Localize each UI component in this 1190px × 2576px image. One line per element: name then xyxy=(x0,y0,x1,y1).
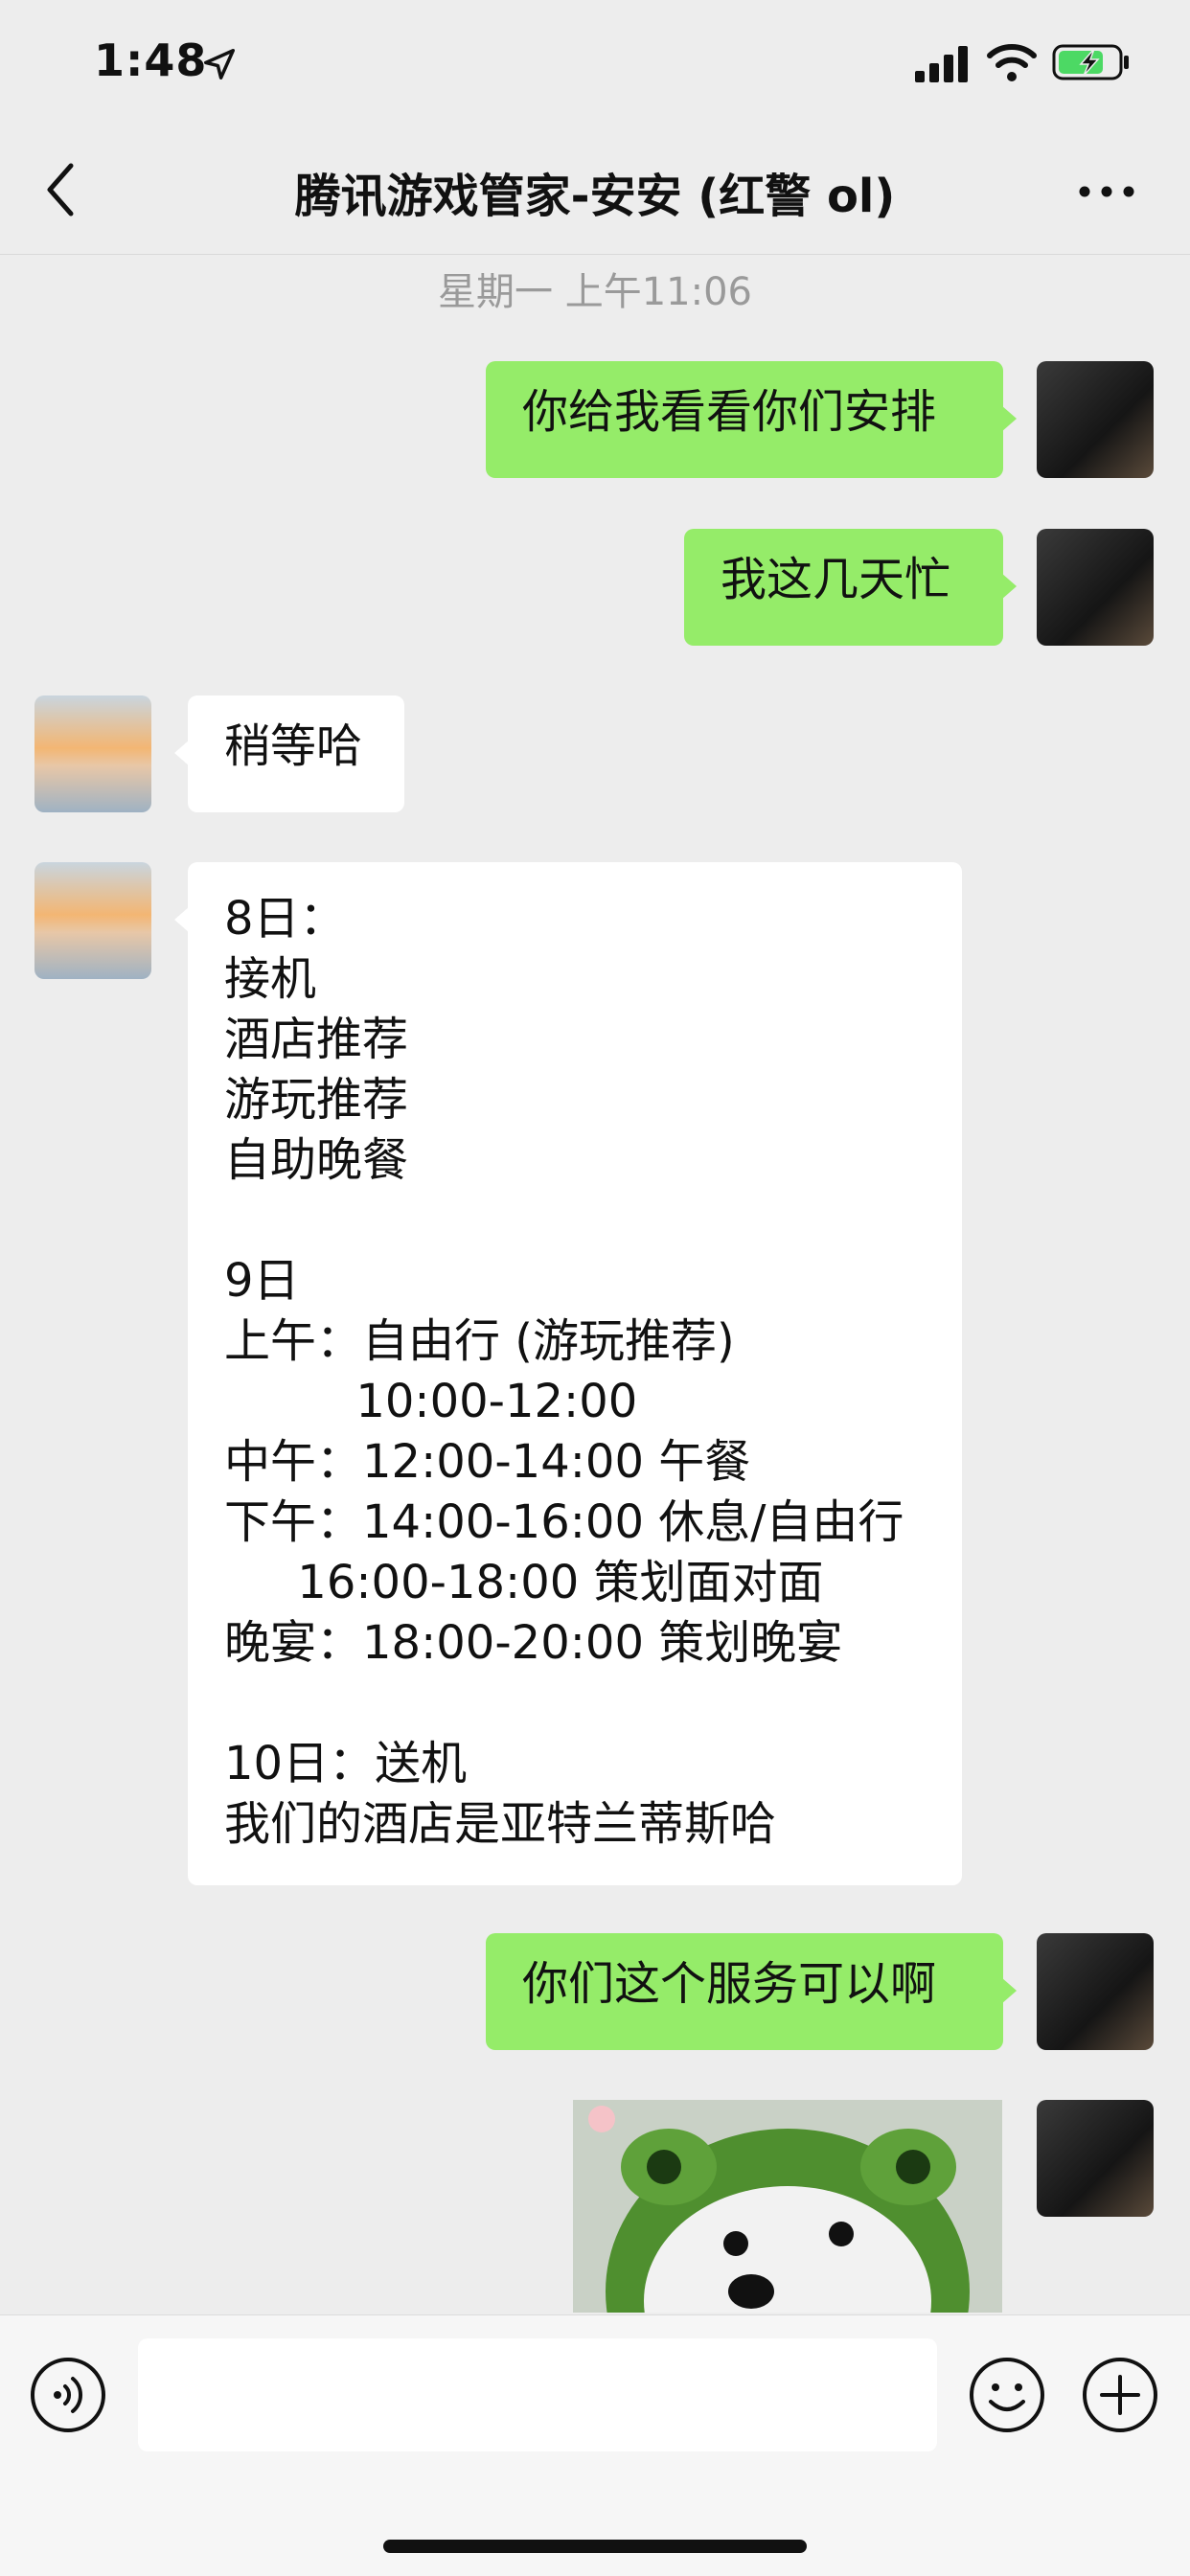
my-avatar[interactable] xyxy=(1037,2100,1154,2217)
chat-header: 腾讯游戏管家-安安 (红警 ol) xyxy=(0,129,1190,255)
message-row-incoming: 稍等哈 xyxy=(0,695,1190,813)
message-row-outgoing: 你给我看看你们安排 xyxy=(0,360,1190,479)
itinerary-message-bubble[interactable]: 8日： 接机 酒店推荐 游玩推荐 自助晚餐 9日 上午：自由行 (游玩推荐) 1… xyxy=(174,862,962,1885)
contact-avatar[interactable] xyxy=(34,695,151,812)
message-bubble[interactable]: 稍等哈 xyxy=(174,695,404,812)
status-bar: 1:48 xyxy=(0,0,1190,129)
message-bubble[interactable]: 你们这个服务可以啊 xyxy=(486,1933,1017,2050)
back-button[interactable] xyxy=(38,156,86,223)
status-time: 1:48 xyxy=(94,34,208,86)
dog-sticker-image[interactable] xyxy=(573,2100,1002,2313)
plus-icon[interactable] xyxy=(1081,2356,1159,2434)
wifi-icon xyxy=(987,44,1037,81)
contact-avatar[interactable] xyxy=(34,862,151,979)
home-indicator xyxy=(383,2540,807,2553)
message-row-incoming: 8日： 接机 酒店推荐 游玩推荐 自助晚餐 9日 上午：自由行 (游玩推荐) 1… xyxy=(0,861,1190,1886)
message-input[interactable] xyxy=(138,2338,937,2451)
location-arrow-icon xyxy=(204,49,235,80)
message-row-outgoing: 我这几天忙 xyxy=(0,528,1190,647)
cellular-signal-icon xyxy=(915,46,968,82)
message-row-outgoing: 你们这个服务可以啊 xyxy=(0,1932,1190,2051)
message-bubble[interactable]: 我这几天忙 xyxy=(684,529,1017,646)
message-bubble[interactable]: 你给我看看你们安排 xyxy=(486,361,1017,478)
chat-title: 腾讯游戏管家-安安 (红警 ol) xyxy=(294,170,896,223)
my-avatar[interactable] xyxy=(1037,1933,1154,2050)
my-avatar[interactable] xyxy=(1037,529,1154,646)
input-bar xyxy=(0,2314,1190,2576)
my-avatar[interactable] xyxy=(1037,361,1154,478)
more-options-button[interactable] xyxy=(1073,168,1140,216)
battery-charging-icon xyxy=(1052,44,1129,80)
voice-icon[interactable] xyxy=(29,2356,107,2434)
emoji-icon[interactable] xyxy=(968,2356,1046,2434)
message-timestamp: 星期一 上午11:06 xyxy=(438,270,752,314)
